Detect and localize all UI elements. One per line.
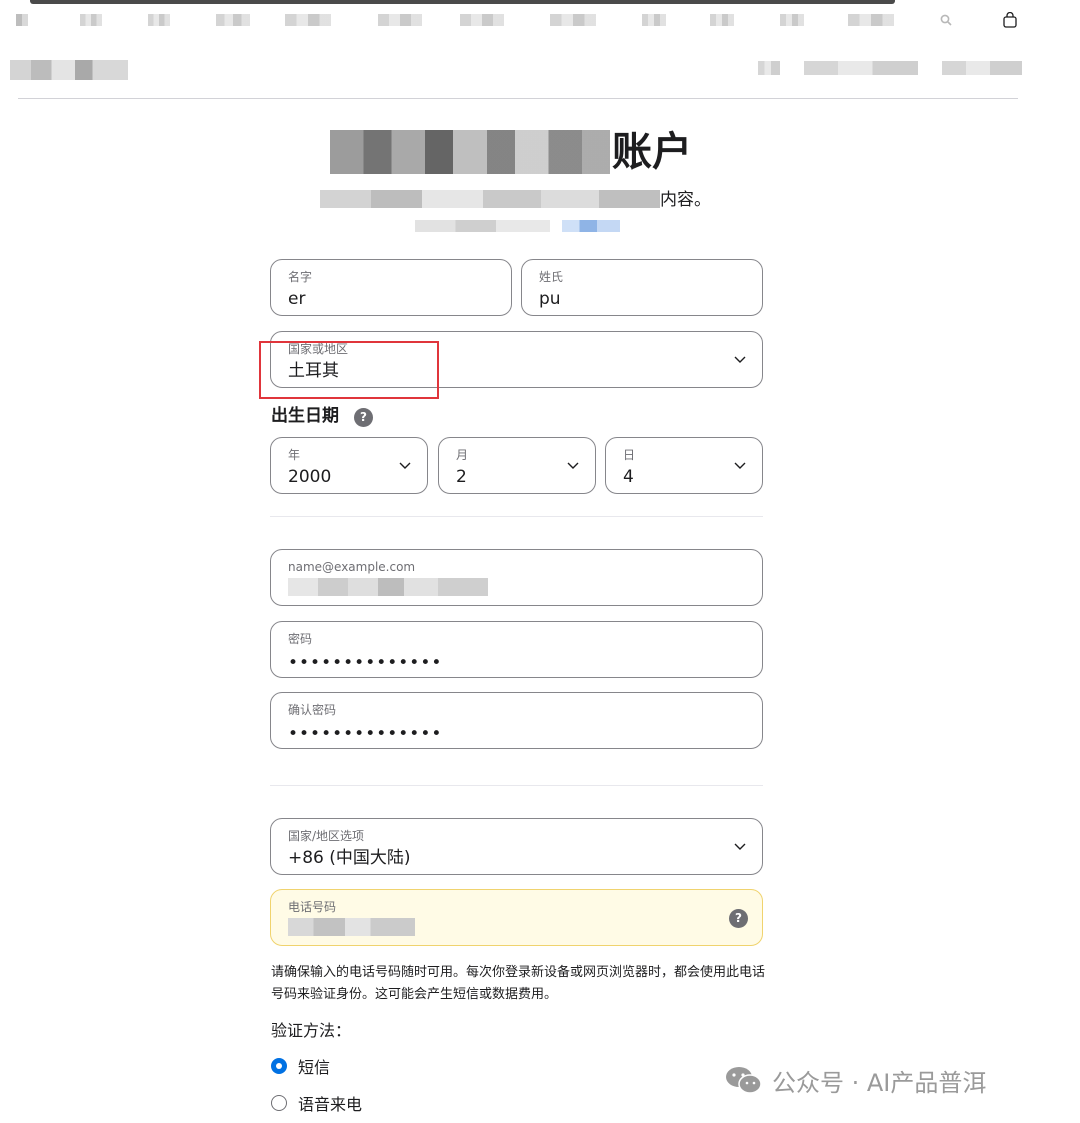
local-nav-link-signin[interactable] — [758, 61, 780, 75]
nav-item-iphone[interactable] — [285, 14, 331, 26]
dob-month-value: 2 — [456, 467, 467, 487]
confirm-password-value: •••••••••••••• — [288, 724, 443, 744]
page-title-tail: 账户 — [612, 129, 692, 175]
nav-item-airpods[interactable] — [550, 14, 596, 26]
browser-top-strip — [30, 0, 895, 4]
password-value: •••••••••••••• — [288, 653, 443, 673]
dob-day-select[interactable]: 日 4 — [605, 437, 763, 494]
verify-option-voice-label: 语音来电 — [298, 1095, 363, 1114]
page-title-pixelated — [330, 130, 610, 174]
wechat-logo-icon — [726, 1067, 762, 1094]
watermark-text: 公众号 · AI产品普洱 — [772, 1068, 987, 1097]
dob-month-select[interactable]: 月 2 — [438, 437, 596, 494]
watermark: 公众号 · AI产品普洱 — [724, 1060, 986, 1100]
phone-number-value-pixelated — [288, 918, 415, 936]
chevron-down-icon — [734, 462, 746, 469]
page-subtitle-line2 — [415, 218, 620, 234]
password-field[interactable]: 密码 •••••••••••••• — [270, 621, 763, 678]
phone-help-icon[interactable]: ? — [729, 909, 748, 928]
section-divider — [270, 516, 763, 517]
confirm-password-label: 确认密码 — [288, 703, 337, 717]
search-icon[interactable] — [936, 10, 956, 30]
subtitle-line2-link[interactable] — [562, 220, 620, 232]
highlight-box — [259, 341, 439, 399]
page-subtitle: 内容。 — [320, 188, 720, 212]
nav-item-tv[interactable] — [642, 14, 666, 26]
dob-month-label: 月 — [456, 448, 469, 462]
email-value-pixelated — [288, 578, 488, 596]
first-name-value: er — [288, 289, 306, 309]
local-nav — [10, 56, 1022, 99]
verify-option-sms[interactable]: 短信 — [271, 1054, 330, 1078]
phone-note: 请确保输入的电话号码随时可用。每次你登录新设备或网页浏览器时，都会使用此电话号码… — [271, 965, 766, 1002]
subtitle-line2-pixelated — [415, 220, 550, 232]
password-label: 密码 — [288, 632, 313, 646]
phone-country-value: +86 (中国大陆) — [288, 848, 411, 868]
confirm-password-field[interactable]: 确认密码 •••••••••••••• — [270, 692, 763, 749]
local-nav-title[interactable] — [10, 60, 128, 80]
dob-year-select[interactable]: 年 2000 — [270, 437, 428, 494]
global-nav — [0, 8, 1080, 34]
last-name-value: pu — [539, 289, 561, 309]
phone-number-label: 电话号码 — [288, 900, 337, 914]
dob-year-label: 年 — [288, 448, 301, 462]
phone-country-select[interactable]: 国家/地区选项 +86 (中国大陆) — [270, 818, 763, 875]
radio-unchecked-icon[interactable] — [271, 1095, 287, 1111]
verify-option-sms-label: 短信 — [298, 1058, 331, 1077]
shopping-bag-icon[interactable] — [1000, 10, 1020, 30]
local-nav-link-create[interactable] — [804, 61, 918, 75]
nav-item-store[interactable] — [80, 14, 102, 26]
nav-item-vision[interactable] — [460, 14, 504, 26]
first-name-field[interactable]: 名字 er — [270, 259, 512, 316]
nav-item-ipad[interactable] — [216, 14, 250, 26]
dob-help-icon[interactable]: ? — [354, 408, 373, 427]
chevron-down-icon — [567, 462, 579, 469]
dob-day-label: 日 — [623, 448, 636, 462]
email-field[interactable]: name@example.com — [270, 549, 763, 606]
chevron-down-icon — [399, 462, 411, 469]
radio-checked-icon[interactable] — [271, 1058, 287, 1074]
dob-heading: 出生日期 — [271, 406, 339, 426]
nav-item-mac[interactable] — [148, 14, 170, 26]
phone-country-label: 国家/地区选项 — [288, 829, 365, 843]
section-divider — [270, 785, 763, 786]
local-nav-link-faq[interactable] — [942, 61, 1022, 75]
email-label: name@example.com — [288, 560, 416, 574]
chevron-down-icon — [734, 843, 746, 850]
chevron-down-icon — [734, 356, 746, 363]
nav-item-accessories[interactable] — [780, 14, 804, 26]
page-subtitle-tail: 内容。 — [660, 190, 711, 210]
nav-item-watch[interactable] — [378, 14, 422, 26]
verify-option-voice[interactable]: 语音来电 — [271, 1091, 362, 1115]
phone-number-field[interactable]: 电话号码 ? — [270, 889, 763, 946]
page-subtitle-pixelated — [320, 190, 660, 208]
page-title: 账户 — [330, 128, 700, 176]
nav-item-support[interactable] — [848, 14, 894, 26]
dob-day-value: 4 — [623, 467, 634, 487]
last-name-label: 姓氏 — [539, 270, 564, 284]
nav-item-entertainment[interactable] — [710, 14, 734, 26]
verify-method-heading: 验证方法： — [271, 1021, 352, 1040]
last-name-field[interactable]: 姓氏 pu — [521, 259, 763, 316]
first-name-label: 名字 — [288, 270, 313, 284]
dob-year-value: 2000 — [288, 467, 332, 487]
apple-logo-icon[interactable] — [12, 10, 32, 30]
